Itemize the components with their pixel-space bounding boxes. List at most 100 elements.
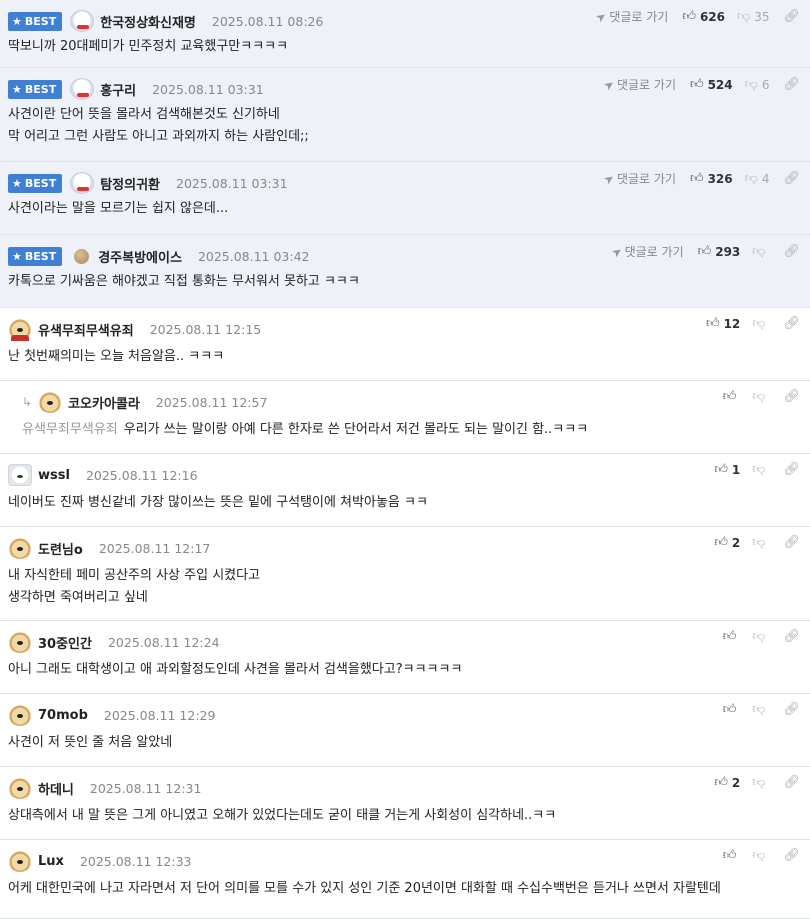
- dislike-button[interactable]: 👎︎: [752, 848, 769, 863]
- thumbs-up-icon: 👍︎: [689, 77, 704, 92]
- comment-date: 2025.08.11 12:17: [98, 540, 211, 556]
- avatar[interactable]: [8, 704, 32, 726]
- link-icon[interactable]: 🔗︎: [783, 244, 800, 259]
- link-icon[interactable]: 🔗︎: [783, 171, 800, 186]
- comment-text-line: 사견이란 단어 뜻을 몰라서 검색해본것도 신기하네: [8, 104, 309, 126]
- dislike-button[interactable]: 👎︎: [752, 629, 769, 644]
- goto-label: 댓글로 가기: [609, 10, 669, 24]
- comment-text-line: 사견이 저 뜻인 줄 처음 알았네: [8, 732, 172, 754]
- best-comment: ★ BEST 한국정상화신재명 2025.08.11 08:26 ➤댓글로 가기 👍︎ 62…: [0, 0, 810, 68]
- comment-body: 유색무죄무색유죄 우리가 쓰는 말이랑 아예 다른 한자로 쓴 단어라서 저건 몰…: [22, 419, 588, 441]
- goto-comment-link[interactable]: ➤댓글로 가기: [593, 8, 669, 25]
- nickname[interactable]: 도련님o: [38, 539, 83, 558]
- thumbs-down-icon: 👎︎: [752, 848, 766, 863]
- like-button[interactable]: 👍︎: [723, 389, 741, 404]
- comment-actions: ➤댓글로 가기 👍︎ 626 👎︎ 35 🔗︎: [593, 8, 800, 25]
- avatar[interactable]: [70, 172, 95, 194]
- nickname[interactable]: 70mob: [38, 708, 88, 723]
- avatar[interactable]: [8, 777, 32, 799]
- avatar[interactable]: [70, 10, 95, 32]
- goto-label: 댓글로 가기: [624, 245, 684, 259]
- thumbs-up-icon: 👍︎: [714, 775, 728, 790]
- comment-body: 난 첫번째의미는 오늘 처음알음.. ㅋㅋㅋ: [8, 346, 224, 368]
- comment-header: ★ BEST 홍구리 2025.08.11 03:31: [8, 78, 264, 100]
- comment-list: ★ BEST 한국정상화신재명 2025.08.11 08:26 ➤댓글로 가기 👍︎ 62…: [0, 0, 810, 919]
- dislike-button[interactable]: 👎︎ 4: [745, 171, 770, 186]
- thumbs-down-icon: 👎︎: [752, 535, 766, 550]
- link-icon[interactable]: 🔗︎: [783, 702, 800, 717]
- link-icon[interactable]: 🔗︎: [783, 535, 800, 550]
- link-icon[interactable]: 🔗︎: [783, 77, 800, 92]
- avatar[interactable]: [8, 537, 32, 559]
- link-icon[interactable]: 🔗︎: [783, 9, 800, 24]
- nickname[interactable]: 탐정의귀환: [100, 174, 160, 193]
- avatar[interactable]: [8, 850, 32, 872]
- like-button[interactable]: 👍︎ 2: [714, 775, 740, 790]
- nickname[interactable]: Lux: [38, 854, 64, 869]
- like-button[interactable]: 👍︎: [723, 629, 741, 644]
- dislike-button[interactable]: 👎︎: [752, 389, 769, 404]
- link-icon[interactable]: 🔗︎: [783, 775, 800, 790]
- like-button[interactable]: 👍︎ 1: [714, 462, 740, 477]
- dislike-button[interactable]: 👎︎ 35: [737, 9, 769, 24]
- dislike-button[interactable]: 👎︎: [752, 535, 769, 550]
- best-badge: ★ BEST: [8, 79, 63, 99]
- like-button[interactable]: 👍︎: [723, 702, 741, 717]
- dislike-button[interactable]: 👎︎: [752, 244, 769, 259]
- link-icon[interactable]: 🔗︎: [783, 389, 800, 404]
- nickname[interactable]: 30중인간: [38, 633, 92, 652]
- avatar[interactable]: [8, 318, 32, 341]
- goto-comment-link[interactable]: ➤댓글로 가기: [600, 76, 676, 94]
- comment-header: 도련님o 2025.08.11 12:17: [8, 537, 210, 559]
- avatar[interactable]: [38, 391, 63, 413]
- comment-header: ★ BEST 한국정상화신재명 2025.08.11 08:26: [8, 10, 323, 32]
- like-button[interactable]: 👍︎ 293: [698, 244, 741, 259]
- like-button[interactable]: 👍︎ 326: [690, 171, 733, 186]
- dislike-count: 35: [754, 9, 770, 24]
- like-button[interactable]: 👍︎ 524: [690, 77, 733, 92]
- avatar[interactable]: [8, 631, 32, 653]
- dislike-button[interactable]: 👎︎: [752, 775, 769, 790]
- thumbs-up-icon: 👍︎: [722, 629, 737, 644]
- dislike-button[interactable]: 👎︎: [752, 462, 769, 477]
- nickname[interactable]: wssl: [38, 468, 70, 483]
- link-icon[interactable]: 🔗︎: [783, 316, 800, 331]
- goto-comment-link[interactable]: ➤댓글로 가기: [601, 170, 676, 187]
- nickname[interactable]: 한국정상화신재명: [100, 12, 196, 31]
- comment-actions: 👍︎ 👎︎ 🔗︎: [723, 702, 800, 717]
- avatar[interactable]: [74, 248, 90, 264]
- comment-body: 어케 대한민국에 나고 자라면서 저 단어 의미를 모를 수가 있지 성인 기준…: [8, 878, 721, 900]
- nickname[interactable]: 하데니: [38, 779, 74, 798]
- comment-header: 70mob 2025.08.11 12:29: [8, 704, 215, 726]
- reply-target[interactable]: 유색무죄무색유죄: [22, 422, 118, 437]
- avatar[interactable]: [8, 464, 32, 486]
- send-arrow-icon: ➤: [600, 76, 618, 94]
- comment-header: wssl 2025.08.11 12:16: [8, 464, 198, 486]
- like-button[interactable]: 👍︎ 626: [682, 9, 725, 24]
- nickname[interactable]: 유색무죄무색유죄: [38, 320, 134, 339]
- goto-comment-link[interactable]: ➤댓글로 가기: [608, 243, 684, 260]
- like-button[interactable]: 👍︎: [723, 848, 741, 863]
- comment: Lux 2025.08.11 12:33 👍︎ 👎︎ 🔗︎ 어케 대한민국에 나고 자라면…: [0, 840, 810, 919]
- thumbs-down-icon: 👎︎: [752, 702, 766, 717]
- link-icon[interactable]: 🔗︎: [783, 848, 800, 863]
- link-icon[interactable]: 🔗︎: [783, 629, 800, 644]
- comment-header: ★ BEST 탐정의귀환 2025.08.11 03:31: [8, 172, 288, 194]
- comment-text: 사견이란 단어 뜻을 몰라서 검색해본것도 신기하네: [8, 107, 280, 122]
- dislike-button[interactable]: 👎︎ 6: [745, 77, 770, 92]
- avatar[interactable]: [70, 78, 95, 100]
- like-button[interactable]: 👍︎ 2: [714, 535, 740, 550]
- like-count: 2: [731, 535, 741, 550]
- comment-text: 네이버도 진짜 병신같네 가장 많이쓰는 뜻은 밑에 구석탱이에 쳐박아놓음 ㅋ…: [8, 495, 428, 510]
- link-icon[interactable]: 🔗︎: [783, 462, 800, 477]
- nickname[interactable]: 코오카아콜라: [68, 393, 140, 412]
- nickname[interactable]: 홍구리: [100, 80, 136, 99]
- dislike-button[interactable]: 👎︎: [752, 702, 769, 717]
- comment-text: 우리가 쓰는 말이랑 아예 다른 한자로 쓴 단어라서 저건 몰라도 되는 말이…: [123, 422, 589, 437]
- like-button[interactable]: 👍︎ 12: [706, 316, 740, 331]
- comment-actions: ➤댓글로 가기 👍︎ 293 👎︎ 🔗︎: [608, 243, 800, 260]
- thumbs-up-icon: 👍︎: [722, 702, 737, 717]
- nickname[interactable]: 경주복방에이스: [98, 247, 182, 266]
- best-comment: ★ BEST 경주복방에이스 2025.08.11 03:42 ➤댓글로 가기 👍︎ 293…: [0, 235, 810, 308]
- dislike-button[interactable]: 👎︎: [752, 316, 769, 331]
